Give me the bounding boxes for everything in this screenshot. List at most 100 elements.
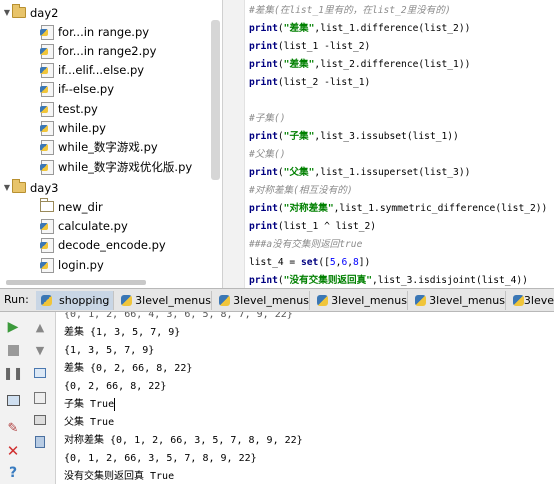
project-tree: ▼ day2 for...in range.py for...in range2… bbox=[0, 0, 222, 288]
close-icon[interactable]: ✕ bbox=[5, 442, 21, 460]
tree-file-label: while.py bbox=[58, 120, 106, 135]
tree-file-label: while_数字游戏.py bbox=[58, 139, 158, 154]
run-tab-label: 3leve bbox=[523, 294, 554, 307]
code-line: print("没有交集则返回真",list_3.isdisjoint(list_… bbox=[249, 275, 528, 286]
console-line: {0, 1, 2, 66, 3, 5, 7, 8, 9, 22} bbox=[64, 453, 257, 464]
code-line: #对称差集(相互没有的) bbox=[249, 185, 353, 196]
print-icon[interactable] bbox=[32, 412, 48, 428]
python-file-icon bbox=[40, 237, 54, 253]
python-run-icon bbox=[414, 294, 427, 307]
code-line: #差集(在list_1里有的，在list_2里没有的) bbox=[249, 5, 451, 16]
tree-vertical-scrollbar[interactable] bbox=[211, 20, 220, 180]
run-tab[interactable]: 3leve bbox=[508, 291, 554, 310]
console-line: 父集 True bbox=[64, 417, 115, 428]
tree-file[interactable]: login.py bbox=[40, 255, 104, 274]
python-run-icon bbox=[120, 294, 133, 307]
down-arrow-icon[interactable]: ▼ bbox=[32, 342, 48, 358]
run-console-output[interactable]: {0, 1, 2, 66, 4, 3, 6, 5, 8, 7, 9, 22} 差… bbox=[56, 312, 554, 484]
code-line: #父集() bbox=[249, 149, 286, 160]
tree-file[interactable]: for...in range.py bbox=[40, 22, 149, 41]
code-line: list_4 = set([5,6,8]) bbox=[249, 257, 371, 268]
code-line: print(list_2 -list_1) bbox=[249, 77, 371, 88]
run-tab[interactable]: 3level_menus bbox=[312, 291, 408, 310]
python-file-icon bbox=[40, 101, 54, 117]
run-tab[interactable]: 3level_menus bbox=[116, 291, 212, 310]
code-line: print(list_1 ^ list_2) bbox=[249, 221, 377, 232]
tree-file[interactable]: for...in range2.py bbox=[40, 41, 156, 60]
tree-file-label: for...in range2.py bbox=[58, 43, 157, 58]
console-line: {0, 1, 2, 66, 4, 3, 6, 5, 8, 7, 9, 22} bbox=[64, 312, 293, 320]
tree-folder-label: day3 bbox=[30, 180, 59, 195]
code-line: print("子集",list_3.issubset(list_1)) bbox=[249, 131, 459, 142]
python-file-icon bbox=[40, 257, 54, 273]
tree-file[interactable]: while_数字游戏.py bbox=[40, 137, 158, 156]
tree-file-label: test.py bbox=[58, 101, 98, 116]
console-line: 对称差集 {0, 1, 2, 66, 3, 5, 7, 8, 9, 22} bbox=[64, 435, 303, 446]
tree-file[interactable]: if...elif...else.py bbox=[40, 60, 144, 79]
run-label: Run: bbox=[4, 293, 29, 306]
tree-file-label: if--else.py bbox=[58, 81, 115, 96]
python-file-icon bbox=[40, 218, 54, 234]
folder-icon bbox=[12, 4, 26, 18]
code-line: print("差集",list_2.difference(list_1)) bbox=[249, 59, 471, 70]
tree-folder-day2[interactable]: ▼ day2 bbox=[2, 3, 58, 22]
run-tab-label: 3level_menus bbox=[135, 294, 211, 307]
console-line-with-caret: 子集 True bbox=[64, 396, 116, 414]
editor-gutter bbox=[223, 0, 245, 288]
folder-outline-icon bbox=[40, 198, 54, 212]
python-file-icon bbox=[40, 24, 54, 40]
code-line: print("对称差集",list_1.symmetric_difference… bbox=[249, 203, 548, 214]
stop-icon[interactable] bbox=[5, 342, 21, 358]
tree-file[interactable]: decode_encode.py bbox=[40, 235, 166, 254]
console-line: 差集 {1, 3, 5, 7, 9} bbox=[64, 327, 181, 338]
run-icon[interactable]: ▶ bbox=[5, 319, 21, 335]
python-run-icon bbox=[512, 294, 524, 307]
tree-folder-label: day2 bbox=[30, 5, 59, 20]
tree-dir[interactable]: new_dir bbox=[40, 197, 103, 216]
tree-dir-label: new_dir bbox=[58, 199, 103, 214]
scroll-to-end-icon[interactable] bbox=[32, 390, 48, 406]
python-run-icon bbox=[218, 294, 231, 307]
run-tab-label: 3level_menus bbox=[233, 294, 309, 307]
python-file-icon bbox=[40, 62, 54, 78]
soft-wrap-icon[interactable] bbox=[32, 365, 48, 381]
up-arrow-icon[interactable]: ▲ bbox=[32, 319, 48, 335]
code-line: ###a没有交集则返回true bbox=[249, 239, 363, 250]
trash-icon[interactable] bbox=[32, 434, 48, 450]
tree-file[interactable]: test.py bbox=[40, 99, 98, 118]
python-file-icon bbox=[40, 159, 54, 175]
tree-folder-day3[interactable]: ▼ day3 bbox=[2, 178, 58, 197]
code-editor[interactable]: #差集(在list_1里有的，在list_2里没有的) print("差集",li… bbox=[222, 0, 554, 288]
tree-file-label: while_数字游戏优化版.py bbox=[58, 159, 193, 174]
collapse-arrow-icon[interactable]: ▼ bbox=[2, 183, 12, 192]
restore-layout-icon[interactable] bbox=[5, 392, 21, 408]
text-caret bbox=[114, 397, 116, 411]
tree-file[interactable]: while_数字游戏优化版.py bbox=[40, 157, 192, 176]
run-tab[interactable]: 3level_menus bbox=[410, 291, 506, 310]
console-line: {1, 3, 5, 7, 9} bbox=[64, 345, 155, 356]
python-file-icon bbox=[40, 139, 54, 155]
console-line: 差集 {0, 2, 66, 8, 22} bbox=[64, 363, 193, 374]
run-tab-label: 3level_menus bbox=[429, 294, 505, 307]
folder-icon bbox=[12, 179, 26, 193]
tree-file[interactable]: calculate.py bbox=[40, 216, 128, 235]
tree-file-label: login.py bbox=[58, 257, 104, 272]
help-icon[interactable]: ? bbox=[5, 465, 21, 481]
console-line: {0, 2, 66, 8, 22} bbox=[64, 381, 167, 392]
python-file-icon bbox=[40, 43, 54, 59]
python-run-icon bbox=[40, 294, 53, 307]
tree-file[interactable]: while.py bbox=[40, 118, 106, 137]
tree-file-label: if...elif...else.py bbox=[58, 62, 145, 77]
code-line: print("父集",list_1.issuperset(list_3)) bbox=[249, 167, 471, 178]
python-run-icon bbox=[316, 294, 329, 307]
run-tab[interactable]: 3level_menus bbox=[214, 291, 310, 310]
console-line-text: 子集 True bbox=[64, 399, 115, 410]
collapse-arrow-icon[interactable]: ▼ bbox=[2, 8, 12, 17]
tree-file-label: decode_encode.py bbox=[58, 237, 166, 252]
tree-file[interactable]: if--else.py bbox=[40, 79, 114, 98]
tree-horizontal-scrollbar[interactable] bbox=[6, 280, 146, 285]
run-tab-shopping[interactable]: shopping bbox=[36, 291, 114, 310]
code-line: #子集() bbox=[249, 113, 286, 124]
pin-icon[interactable]: ✎ bbox=[5, 420, 21, 436]
pause-icon[interactable]: ❚❚ bbox=[3, 365, 23, 381]
